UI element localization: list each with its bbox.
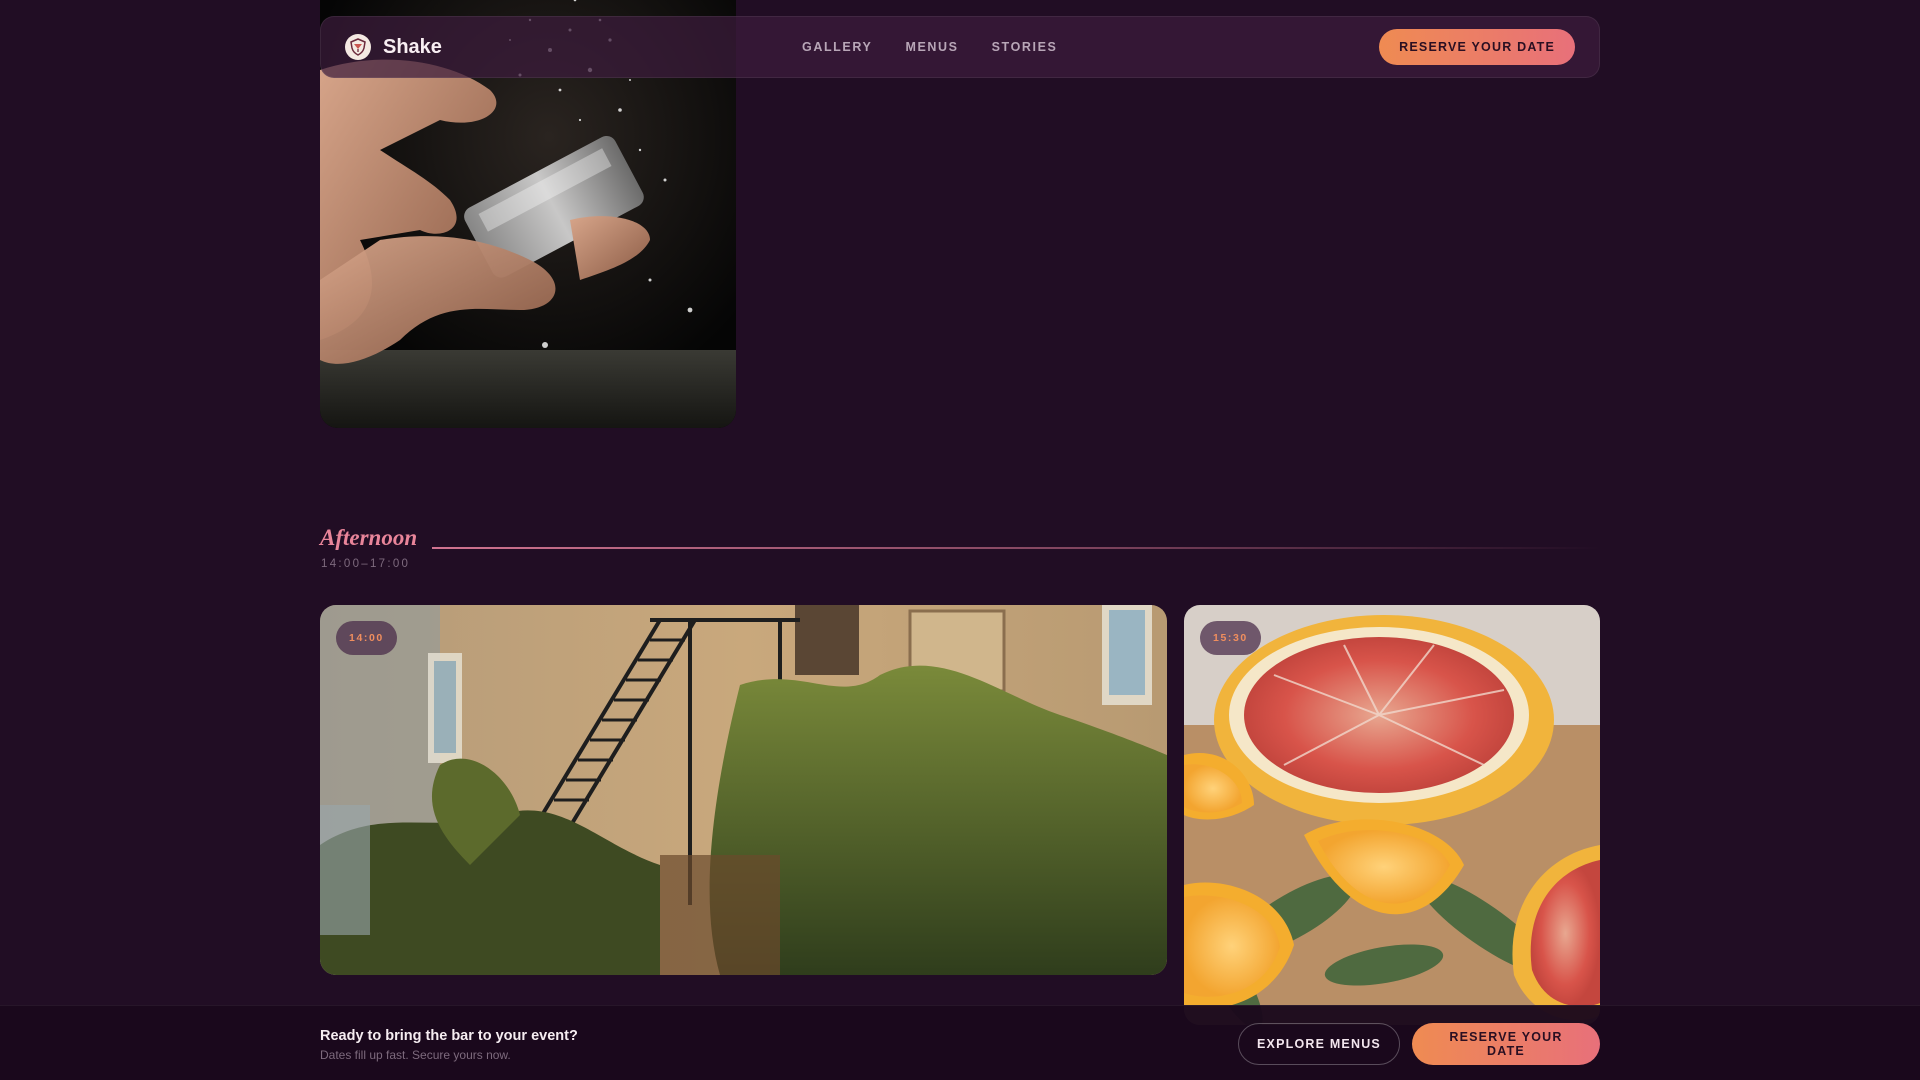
nav-link-menus[interactable]: MENUS (905, 40, 958, 54)
timeline-card-1530[interactable]: 15:30 (1184, 605, 1600, 1025)
cta-subtitle: Dates fill up fast. Secure yours now. (320, 1048, 511, 1062)
time-badge: 15:30 (1200, 621, 1261, 655)
top-navigation: Shake GALLERY MENUS STORIES RESERVE YOUR… (320, 16, 1600, 78)
explore-menus-button[interactable]: EXPLORE MENUS (1238, 1023, 1400, 1065)
section-time-range: 14:00–17:00 (321, 558, 411, 570)
timeline-card-1400[interactable]: 14:00 (320, 605, 1167, 975)
time-badge: 14:00 (336, 621, 397, 655)
shield-cocktail-icon (345, 34, 371, 60)
grapefruit-photo (1184, 605, 1600, 1025)
brand-name: Shake (383, 35, 442, 58)
section-title: Afternoon (320, 525, 418, 550)
reserve-date-button-nav[interactable]: RESERVE YOUR DATE (1379, 29, 1575, 65)
ivy-building-photo (320, 605, 1167, 975)
nav-link-gallery[interactable]: GALLERY (802, 40, 872, 54)
nav-links: GALLERY MENUS STORIES (802, 40, 1057, 54)
cta-title: Ready to bring the bar to your event? (320, 1028, 578, 1044)
sticky-cta-bar: Ready to bring the bar to your event? Da… (0, 1005, 1920, 1080)
nav-link-stories[interactable]: STORIES (992, 40, 1058, 54)
section-divider (432, 547, 1600, 549)
reserve-date-button-bottom[interactable]: RESERVE YOUR DATE (1412, 1023, 1600, 1065)
brand[interactable]: Shake (345, 34, 442, 60)
